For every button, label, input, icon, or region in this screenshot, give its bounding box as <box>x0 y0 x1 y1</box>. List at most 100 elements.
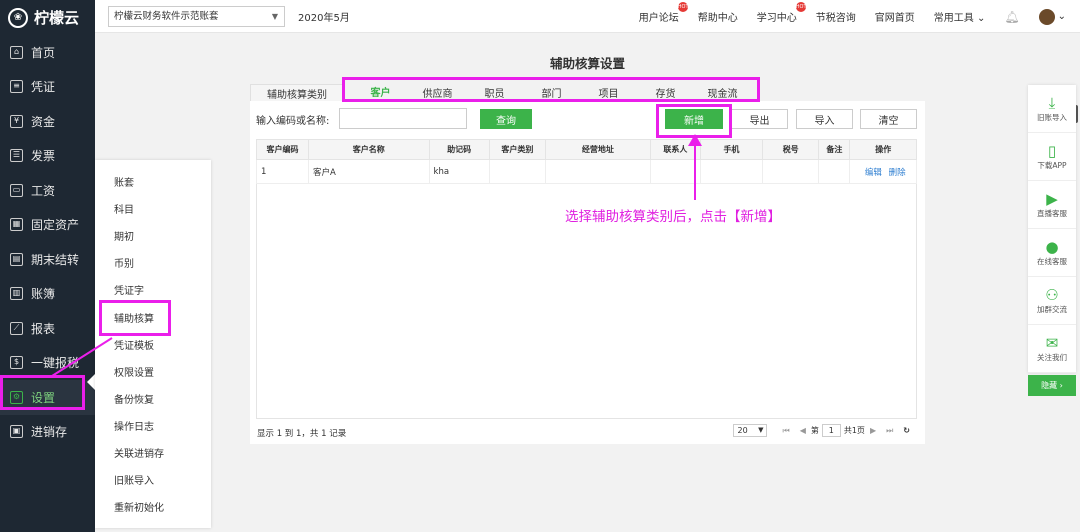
link-official-site[interactable]: 官网首页 <box>875 9 915 24</box>
sidebar-item-5[interactable]: ▦ 固定资产 <box>0 208 95 243</box>
import-button[interactable]: 导入 <box>796 109 853 129</box>
tab-6[interactable]: 现金流 <box>694 84 751 101</box>
category-tabs: 辅助核算类别 客户 供应商 职员 部门 项目 存货 现金流 <box>250 83 925 101</box>
submenu-item-12[interactable]: 重新初始化 <box>95 493 211 520</box>
person-icon: ● <box>1045 238 1059 256</box>
submenu-item-1[interactable]: 科目 <box>95 195 211 222</box>
bell-icon[interactable]: 🔔︎ <box>1004 10 1019 24</box>
sidebar-item-11[interactable]: ▣ 进销存 <box>0 415 95 450</box>
import-icon: ⤓ <box>1048 94 1056 112</box>
voucher-icon: ≡ <box>10 80 23 94</box>
right-panel-label: 旧账导入 <box>1037 113 1067 122</box>
table-row[interactable]: 1 客户A kha 编辑 删除 <box>256 159 917 184</box>
query-input[interactable] <box>339 108 467 129</box>
submenu-item-9[interactable]: 操作日志 <box>95 412 211 439</box>
sidebar-item-label: 报表 <box>31 321 56 336</box>
page-title: 辅助核算设置 <box>549 56 625 71</box>
tab-aux-category[interactable]: 辅助核算类别 <box>250 84 344 101</box>
tab-5[interactable]: 存货 <box>637 84 694 101</box>
user-avatar[interactable] <box>1038 8 1055 25</box>
submenu-item-7[interactable]: 权限设置 <box>95 358 211 385</box>
right-panel-item-3[interactable]: ● 在线客服 <box>1028 229 1076 277</box>
chevron-down-icon: ⌄ <box>976 13 986 24</box>
tax-icon: $ <box>10 356 23 370</box>
sidebar-item-7[interactable]: ▥ 账簿 <box>0 277 95 312</box>
sidebar-item-label: 首页 <box>31 45 56 60</box>
submenu-item-0[interactable]: 账套 <box>95 168 211 195</box>
sidebar-item-0[interactable]: ⌂ 首页 <box>0 35 95 70</box>
add-button[interactable]: 新增 <box>665 109 723 129</box>
tab-1[interactable]: 供应商 <box>409 84 466 101</box>
right-panel-label: 在线客服 <box>1037 257 1067 266</box>
edit-link[interactable]: 编辑 <box>865 168 882 178</box>
right-panel-item-4[interactable]: ⚇ 加群交流 <box>1028 277 1076 325</box>
nav-list: ⌂ 首页 ≡ 凭证 ¥ 资金 ☰ 发票 ▭ 工资 ▦ 固定资产 ▤ 期末结转 ▥ 账簿 ⟋ 报表 $ 一键报税 ⚙ 设置 ▣… <box>0 35 95 449</box>
sidebar-item-1[interactable]: ≡ 凭证 <box>0 70 95 105</box>
submenu-item-3[interactable]: 币别 <box>95 249 211 276</box>
link-label: 用户论坛 <box>638 13 679 24</box>
delete-link[interactable]: 删除 <box>889 168 906 178</box>
query-button[interactable]: 查询 <box>480 109 532 129</box>
tab-3[interactable]: 部门 <box>523 84 580 101</box>
link-learning-center[interactable]: 学习中心 HOT <box>757 2 807 24</box>
sidebar-item-label: 工资 <box>31 183 56 198</box>
right-panel-item-1[interactable]: ▯ 下载APP <box>1028 133 1076 181</box>
column-header: 备注 <box>818 139 851 160</box>
account-select-value: 柠檬云财务软件示范账套 <box>114 11 219 22</box>
clear-button[interactable]: 清空 <box>860 109 917 129</box>
sidebar-item-4[interactable]: ▭ 工资 <box>0 173 95 208</box>
cell-name: 客户A <box>307 159 430 184</box>
right-panel-item-2[interactable]: ▶ 直播客服 <box>1028 181 1076 229</box>
tab-0[interactable]: 客户 <box>352 84 409 101</box>
submenu-item-5[interactable]: 辅助核算 <box>95 303 211 330</box>
link-tax-consult[interactable]: 节税咨询 <box>816 9 856 24</box>
sidebar-item-8[interactable]: ⟋ 报表 <box>0 311 95 346</box>
submenu-item-11[interactable]: 旧账导入 <box>95 466 211 493</box>
column-header: 联系人 <box>649 139 701 160</box>
page-size-value: 20 <box>737 426 748 435</box>
first-page-icon[interactable]: ⏮︎ <box>782 426 789 436</box>
tab-4[interactable]: 项目 <box>580 84 637 101</box>
chevron-down-icon[interactable]: ⌄ <box>1058 11 1066 22</box>
link-help-center[interactable]: 帮助中心 <box>698 9 738 24</box>
sidebar-item-label: 期末结转 <box>31 252 80 267</box>
top-bar: 柠檬云财务软件示范账套 ▼ 2020年5月 用户论坛 HOT 帮助中心 学习中心 H… <box>95 0 1080 33</box>
cell-note <box>818 159 851 184</box>
sidebar-item-9[interactable]: $ 一键报税 <box>0 346 95 381</box>
sidebar-item-label: 一键报税 <box>31 356 80 371</box>
period-label[interactable]: 2020年5月 <box>298 9 350 24</box>
right-panel-item-0[interactable]: ⤓ 旧账导入 <box>1028 85 1076 133</box>
wechat-icon: ✉ <box>1045 334 1059 352</box>
account-select[interactable]: 柠檬云财务软件示范账套 ▼ <box>108 6 285 27</box>
export-button[interactable]: 导出 <box>731 109 788 129</box>
report-icon: ⟋ <box>10 321 23 335</box>
refresh-icon[interactable]: ↻ <box>903 426 910 435</box>
submenu-item-6[interactable]: 凭证模板 <box>95 331 211 358</box>
hot-badge: HOT <box>795 2 807 12</box>
chevron-down-icon: ▼ <box>271 12 278 21</box>
page-prefix: 第 <box>810 426 819 435</box>
submenu-item-8[interactable]: 备份恢复 <box>95 385 211 412</box>
tab-list: 客户 供应商 职员 部门 项目 存货 现金流 <box>344 84 751 101</box>
video-icon: ▶ <box>1046 190 1058 208</box>
right-panel-item-5[interactable]: ✉ 关注我们 <box>1028 325 1076 373</box>
tab-2[interactable]: 职员 <box>466 84 523 101</box>
next-page-icon[interactable]: ▶︎ <box>870 426 876 435</box>
submenu-item-2[interactable]: 期初 <box>95 222 211 249</box>
sidebar-item-2[interactable]: ¥ 资金 <box>0 104 95 139</box>
page-number-input[interactable]: 1 <box>821 424 841 437</box>
submenu-item-4[interactable]: 凭证字 <box>95 276 211 303</box>
last-page-icon[interactable]: ⏭︎ <box>886 426 893 436</box>
link-user-forum[interactable]: 用户论坛 HOT <box>638 2 689 24</box>
column-header: 助记码 <box>428 139 490 160</box>
submenu-item-10[interactable]: 关联进销存 <box>95 439 211 466</box>
page-size-select[interactable]: 20 ▼ <box>733 424 768 437</box>
prev-page-icon[interactable]: ◀︎ <box>800 426 806 435</box>
hide-button[interactable]: 隐藏 › <box>1028 375 1076 396</box>
sidebar-item-6[interactable]: ▤ 期末结转 <box>0 242 95 277</box>
app-logo[interactable]: ❀ 柠檬云 <box>0 0 95 35</box>
common-tools-menu[interactable]: 常用工具 ⌄ <box>934 9 986 24</box>
sidebar-item-10[interactable]: ⚙ 设置 <box>0 380 95 415</box>
sidebar-item-3[interactable]: ☰ 发票 <box>0 139 95 174</box>
table-header-row: 客户编码 客户名称 助记码 客户类别 经营地址 联系人 手机 税号 备注 操作 <box>256 139 917 160</box>
